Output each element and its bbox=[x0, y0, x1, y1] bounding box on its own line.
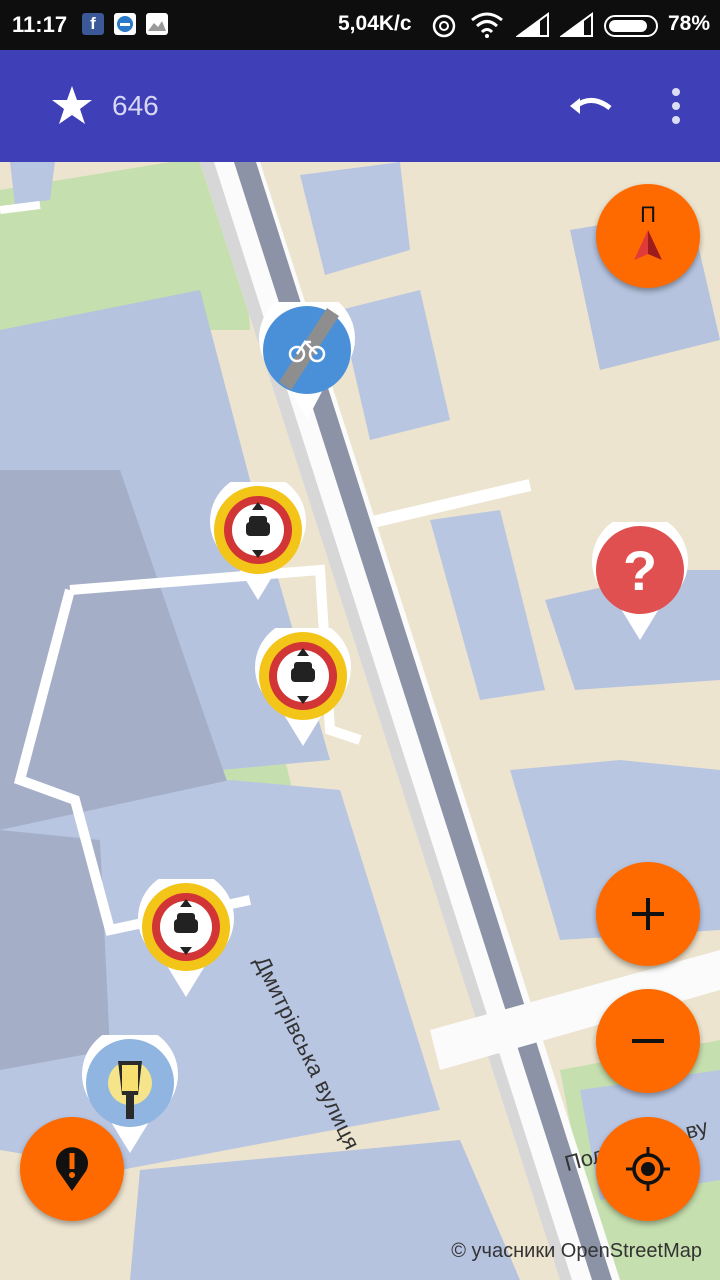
facebook-notification-icon: f bbox=[82, 13, 104, 35]
crosshair-icon bbox=[626, 1147, 670, 1191]
star-icon[interactable] bbox=[50, 84, 94, 128]
status-bar: 11:17 f 5,04K/c 78% bbox=[0, 0, 720, 50]
app-toolbar: 646 bbox=[0, 50, 720, 162]
app-notification-icon bbox=[114, 13, 136, 35]
image-notification-icon bbox=[146, 13, 168, 35]
zoom-in-button[interactable] bbox=[596, 862, 700, 966]
alert-pin-icon bbox=[56, 1147, 88, 1191]
map-view[interactable]: Дмитрівська вулиця Полтавська ву bbox=[0, 162, 720, 1280]
no-motor-vehicles-pin[interactable] bbox=[253, 619, 353, 748]
compass-letter: П bbox=[640, 202, 656, 227]
my-location-button[interactable] bbox=[596, 1117, 700, 1221]
plus-icon bbox=[632, 898, 664, 930]
more-options-button[interactable] bbox=[664, 86, 688, 126]
map-attribution[interactable]: © учасники OpenStreetMap bbox=[451, 1240, 702, 1263]
north-arrow-icon bbox=[634, 230, 662, 260]
battery-percent: 78% bbox=[668, 12, 711, 35]
signal-icon-1 bbox=[516, 12, 549, 37]
cycleway-pin[interactable] bbox=[257, 290, 357, 422]
no-motor-vehicles-pin[interactable] bbox=[136, 870, 236, 999]
minus-icon bbox=[632, 1039, 664, 1043]
wifi-icon bbox=[471, 12, 503, 38]
status-time: 11:17 bbox=[12, 12, 68, 37]
report-issue-button[interactable] bbox=[20, 1117, 124, 1221]
sync-icon bbox=[432, 14, 456, 38]
signal-icon-2 bbox=[560, 12, 593, 37]
star-count: 646 bbox=[112, 90, 159, 121]
no-motor-vehicles-pin[interactable] bbox=[208, 473, 308, 602]
help-pin[interactable]: ? bbox=[590, 513, 690, 642]
undo-button[interactable] bbox=[566, 86, 616, 126]
zoom-out-button[interactable] bbox=[596, 989, 700, 1093]
battery-icon bbox=[604, 15, 658, 37]
network-speed: 5,04K/c bbox=[338, 12, 412, 35]
compass-button[interactable]: П bbox=[596, 184, 700, 288]
svg-text:?: ? bbox=[623, 539, 657, 602]
